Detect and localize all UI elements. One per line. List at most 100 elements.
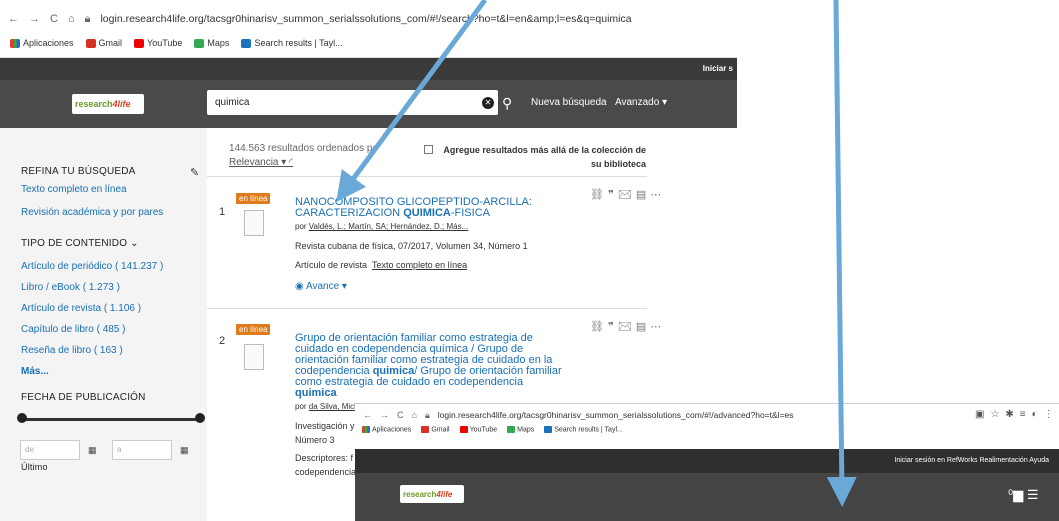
edit-pencil-icon[interactable]: ✎ — [190, 166, 199, 179]
type-label: Artículo de revista — [295, 260, 368, 270]
reload-icon[interactable]: C — [397, 410, 404, 420]
research4life-logo[interactable]: research 4life — [72, 94, 144, 114]
logo-accent: 4life — [436, 489, 453, 499]
bookmark-label: Aplicaciones — [372, 426, 412, 434]
more-types-link[interactable]: Más... — [21, 366, 49, 377]
title-highlight: quimica — [295, 387, 337, 399]
logo-accent: 4life — [112, 99, 131, 109]
slider-end-handle[interactable] — [195, 413, 205, 423]
authors-links[interactable]: Valdés, L.; Martín, SA; Hernández, D.; M… — [309, 222, 468, 231]
bookmark-apps[interactable]: Aplicaciones — [362, 426, 411, 433]
title-part: CARACTERIZACION — [295, 207, 404, 219]
research4life-logo[interactable]: research 4life — [400, 485, 464, 503]
preview-toggle[interactable]: ◉ Avance ▾ — [295, 281, 347, 292]
login-link[interactable]: Iniciar s — [703, 64, 733, 73]
calendar-icon[interactable]: ▦ — [88, 445, 97, 456]
url-text[interactable]: login.research4life.org/tacsgr0hinarisv_… — [100, 13, 631, 25]
online-badge: en línea — [236, 193, 271, 204]
home-icon[interactable]: ⌂ — [68, 13, 75, 25]
title-highlight: QUIMICA — [403, 207, 451, 219]
link-icon[interactable]: ⛓ — [590, 321, 608, 333]
new-search-link[interactable]: Nueva búsqueda — [531, 97, 607, 108]
result-authors[interactable]: por da Silva, Mich — [295, 402, 359, 411]
bookmark-gmail[interactable]: Gmail — [85, 37, 123, 49]
forward-icon[interactable]: → — [380, 410, 389, 420]
result-title[interactable]: Grupo de orientación familiar como estra… — [295, 333, 565, 399]
date-from-input[interactable]: de — [20, 440, 80, 460]
bookmark-taylor[interactable]: Search results | Tayl... — [241, 37, 343, 49]
search-input[interactable]: quimica — [207, 90, 498, 115]
title-line: CARACTERIZACION QUIMICA-FISICA — [295, 208, 555, 219]
link-icon[interactable]: ⛓ — [590, 189, 608, 201]
content-type-item[interactable]: Reseña de libro ( 163 ) — [21, 345, 123, 356]
url-text[interactable]: login.research4life.org/tacsgr0hinarisv_… — [438, 410, 794, 420]
result-title[interactable]: NANOCOMPOSITO GLICOPEPTIDO-ARCILLA: CARA… — [295, 197, 555, 219]
lock-icon: 🔒︎ — [424, 409, 430, 420]
extension-icons[interactable]: ▣☆✱≡◐⋮ — [975, 409, 1059, 420]
advanced-search-link[interactable]: Avanzado ▾ — [615, 97, 667, 108]
preview-icon: ◉ — [295, 281, 306, 292]
fulltext-link[interactable]: Texto completo en línea — [372, 260, 467, 270]
content-type-item[interactable]: Libro / eBook ( 1.273 ) — [21, 282, 120, 293]
bookmark-label: Aplicaciones — [23, 37, 74, 48]
forward-icon[interactable]: → — [29, 13, 40, 25]
bookmark-label: YouTube — [147, 37, 183, 48]
bookmark-label: Maps — [517, 426, 535, 434]
address-bar[interactable]: ← → C ⌂ 🔒︎ login.research4life.org/tacsg… — [0, 8, 737, 30]
date-to-input[interactable]: a — [112, 440, 172, 460]
slider-start-handle[interactable] — [17, 413, 27, 423]
result-number: 2 — [219, 335, 226, 347]
reload-icon[interactable]: C — [50, 13, 58, 25]
email-icon[interactable]: ✉ — [618, 321, 636, 333]
folder-icon[interactable]: ▤ — [636, 321, 650, 333]
bookmark-label: Gmail — [98, 37, 123, 48]
result-number: 1 — [219, 206, 226, 218]
bookmark-label: YouTube — [469, 426, 498, 434]
bookmark-taylor[interactable]: Search results | Tayl... — [544, 426, 623, 433]
result-tools[interactable]: ⛓❞✉▤⋯ — [590, 320, 665, 333]
sort-relevance-dropdown[interactable]: Relevancia ▾ ◜ — [229, 157, 293, 168]
address-bar[interactable]: ← → C ⌂ 🔒︎ login.research4life.org/tacsg… — [355, 407, 1059, 423]
quote-icon[interactable]: ❞ — [608, 189, 618, 201]
divider — [207, 176, 647, 177]
beyond-collection-label[interactable]: Agregue resultados más allá de la colecc… — [436, 143, 646, 171]
fulltext-filter[interactable]: Texto completo en línea — [21, 184, 127, 195]
bookmark-youtube[interactable]: YouTube — [459, 426, 498, 434]
content-type-item[interactable]: Artículo de revista ( 1.106 ) — [21, 303, 141, 314]
date-range-slider[interactable] — [21, 418, 201, 421]
topbar-links[interactable]: Iniciar sesión en RefWorks Realimentació… — [894, 457, 1049, 464]
more-icon[interactable]: ⋯ — [650, 189, 665, 201]
last-label[interactable]: Último — [21, 462, 48, 472]
rss-icon[interactable]: ◜ — [289, 157, 293, 168]
content-type-item[interactable]: Artículo de periódico ( 141.237 ) — [21, 261, 163, 272]
bookmark-maps[interactable]: Maps — [194, 38, 229, 49]
authors-links[interactable]: da Silva, Mich — [309, 402, 359, 411]
content-type-item[interactable]: Capítulo de libro ( 485 ) — [21, 324, 126, 335]
quote-icon[interactable]: ❞ — [608, 321, 618, 333]
email-icon[interactable]: ✉ — [618, 189, 636, 201]
document-icon[interactable] — [244, 344, 264, 370]
bookmark-label: Search results | Tayl... — [254, 37, 343, 48]
back-icon[interactable]: ← — [363, 410, 372, 420]
calendar-icon[interactable]: ▦ — [180, 445, 189, 456]
bookmark-maps[interactable]: Maps — [507, 426, 534, 433]
folder-icon[interactable]: ▤ — [636, 189, 650, 201]
app-topbar: Iniciar sesión en RefWorks Realimentació… — [355, 449, 1059, 473]
bookmark-gmail[interactable]: Gmail — [421, 426, 450, 433]
clear-search-icon[interactable]: ✕ — [482, 97, 494, 109]
logo-text: research — [403, 489, 437, 499]
content-type-title[interactable]: TIPO DE CONTENIDO ⌄ — [21, 238, 139, 249]
bookmark-label: Search results | Tayl... — [554, 426, 623, 434]
document-icon[interactable] — [244, 210, 264, 236]
beyond-collection-checkbox[interactable] — [424, 145, 433, 154]
bookmark-youtube[interactable]: YouTube — [134, 37, 183, 49]
home-icon[interactable]: ⌂ — [412, 410, 417, 420]
more-icon[interactable]: ⋯ — [650, 321, 665, 333]
back-icon[interactable]: ← — [8, 13, 19, 25]
result-tools[interactable]: ⛓❞✉▤⋯ — [590, 188, 665, 201]
peer-review-filter[interactable]: Revisión académica y por pares — [21, 207, 163, 218]
bookmark-apps[interactable]: Aplicaciones — [10, 37, 74, 49]
header-menu-icons[interactable]: ⁰▆ ☰ — [1008, 487, 1038, 503]
result-authors[interactable]: por Valdés, L.; Martín, SA; Hernández, D… — [295, 222, 468, 231]
search-icon[interactable]: ⚲ — [502, 95, 512, 112]
